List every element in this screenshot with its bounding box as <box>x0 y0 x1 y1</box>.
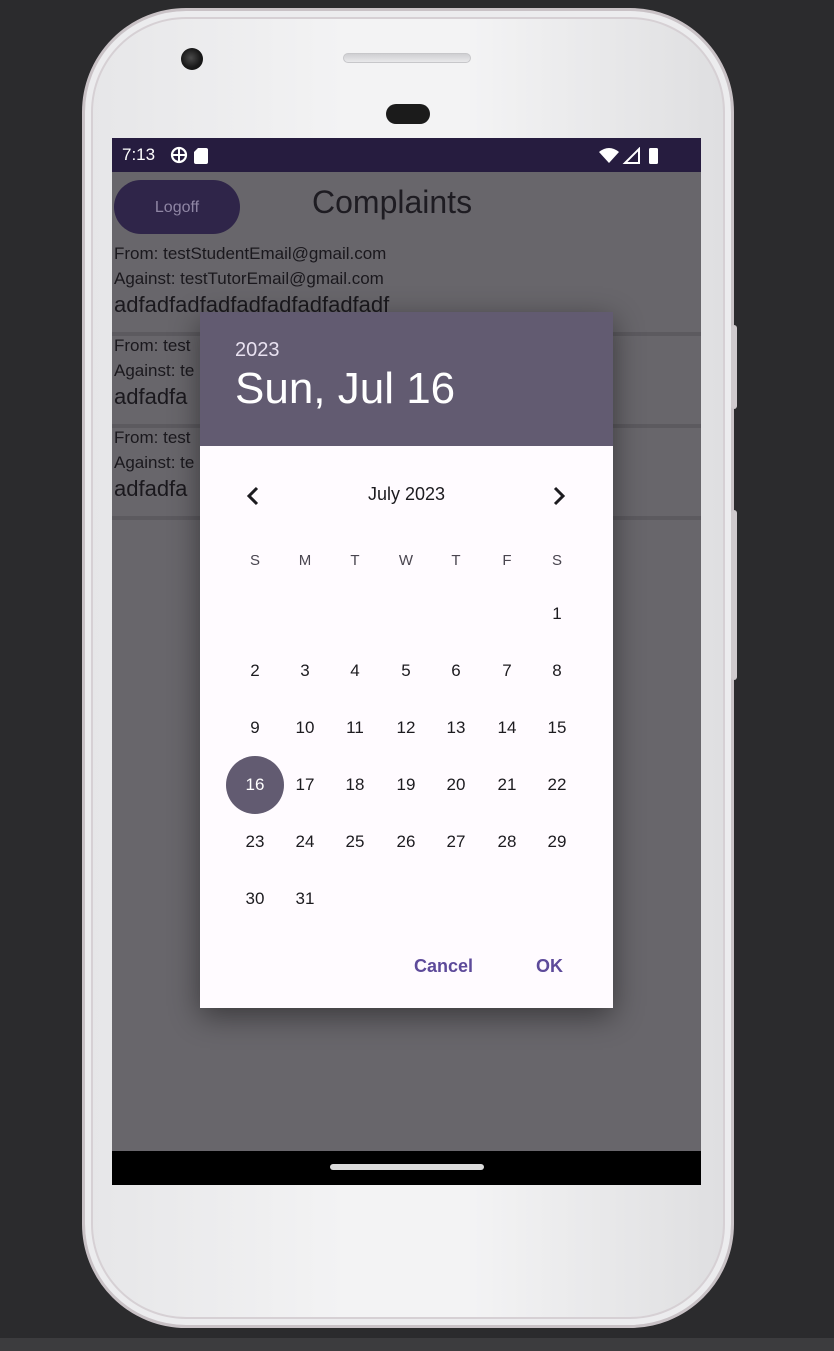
page-title: Complaints <box>312 184 473 220</box>
complaint-against: Against: te <box>114 453 195 472</box>
calendar-day[interactable]: 28 <box>487 822 527 862</box>
calendar-day[interactable]: 11 <box>335 708 375 748</box>
calendar-day[interactable]: 14 <box>487 708 527 748</box>
next-month-button[interactable] <box>538 476 578 516</box>
calendar-day[interactable]: 3 <box>285 651 325 691</box>
calendar-day[interactable]: 26 <box>386 822 426 862</box>
calendar-day[interactable]: 27 <box>436 822 476 862</box>
status-icons-left <box>170 146 212 169</box>
logoff-button[interactable]: Logoff <box>114 180 240 234</box>
calendar-day[interactable]: 25 <box>335 822 375 862</box>
calendar-day[interactable]: 4 <box>335 651 375 691</box>
weekday-label: F <box>502 552 512 569</box>
calendar-day[interactable]: 21 <box>487 765 527 805</box>
calendar-day[interactable]: 24 <box>285 822 325 862</box>
status-time: 7:13 <box>122 145 156 164</box>
calendar-day[interactable]: 9 <box>235 708 275 748</box>
complaint-from: From: test <box>114 336 191 355</box>
calendar-day[interactable]: 19 <box>386 765 426 805</box>
complaint-from: From: testStudentEmail@gmail.com <box>114 244 387 263</box>
complaint-body: adfadfa <box>114 384 188 409</box>
calendar-day[interactable]: 22 <box>537 765 577 805</box>
calendar-day[interactable]: 29 <box>537 822 577 862</box>
desktop-bottom-strip <box>0 1338 834 1351</box>
header-selected-date: Sun, Jul 16 <box>235 364 456 413</box>
weekday-label: W <box>398 552 414 569</box>
calendar-day[interactable]: 1 <box>537 594 577 634</box>
calendar-day[interactable]: 17 <box>285 765 325 805</box>
complaint-against: Against: testTutorEmail@gmail.com <box>114 269 384 288</box>
complaint-from: From: test <box>114 428 191 447</box>
calendar-day[interactable]: 18 <box>335 765 375 805</box>
chevron-right-icon <box>553 486 566 506</box>
weekday-label: S <box>551 552 562 569</box>
weekday-label: M <box>298 552 312 569</box>
front-camera <box>181 48 203 70</box>
weekday-label: T <box>451 552 461 569</box>
weekday-label: T <box>350 552 360 569</box>
calendar-day[interactable]: 2 <box>235 651 275 691</box>
status-icons-right <box>599 146 661 170</box>
calendar-day[interactable]: 6 <box>436 651 476 691</box>
calendar-day[interactable]: 20 <box>436 765 476 805</box>
volume-button <box>731 510 737 680</box>
status-bar: 7:13 <box>112 138 701 172</box>
wifi-signal-battery-icon <box>599 146 658 164</box>
calendar-day[interactable]: 13 <box>436 708 476 748</box>
calendar-day[interactable]: 23 <box>235 822 275 862</box>
calendar-day[interactable]: 31 <box>285 879 325 919</box>
calendar-day[interactable]: 15 <box>537 708 577 748</box>
calendar-day[interactable]: 30 <box>235 879 275 919</box>
date-picker-dialog: 2023 Sun, Jul 16 July 2023 SMTWTFS 12345… <box>200 312 613 1008</box>
weekday-label: S <box>249 552 260 569</box>
header-year[interactable]: 2023 <box>235 339 280 362</box>
calendar-day[interactable]: 12 <box>386 708 426 748</box>
complaint-against: Against: te <box>114 361 195 380</box>
proximity-sensor <box>386 104 430 124</box>
power-button <box>731 325 737 409</box>
home-gesture-handle[interactable] <box>330 1164 484 1170</box>
vpn-icon <box>170 146 208 164</box>
cancel-button[interactable]: Cancel <box>414 956 473 977</box>
navigation-bar <box>112 1151 701 1185</box>
earpiece-speaker <box>343 53 471 63</box>
calendar-day[interactable]: 8 <box>537 651 577 691</box>
calendar-day[interactable]: 10 <box>285 708 325 748</box>
calendar-day[interactable]: 5 <box>386 651 426 691</box>
date-picker-header: 2023 Sun, Jul 16 <box>200 312 613 446</box>
ok-button[interactable]: OK <box>536 956 563 977</box>
complaint-body: adfadfa <box>114 476 188 501</box>
calendar-day-selected[interactable]: 16 <box>226 756 284 814</box>
calendar-day[interactable]: 7 <box>487 651 527 691</box>
